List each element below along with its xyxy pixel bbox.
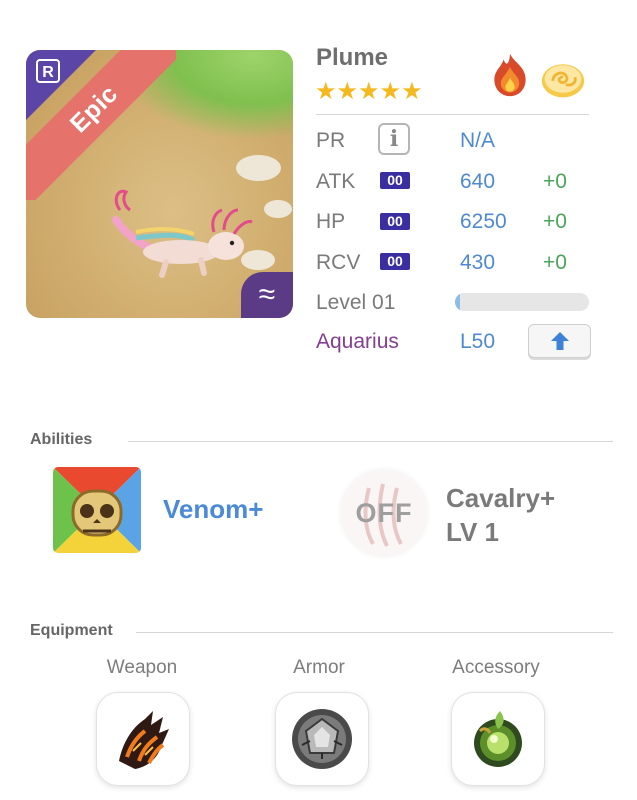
hp-rank-badge: 00: [380, 213, 410, 230]
weapon-label: Weapon: [106, 657, 178, 678]
pr-info-button[interactable]: i: [378, 123, 410, 155]
axolotl-creature-image: [112, 189, 253, 278]
weapon-slot[interactable]: [96, 692, 190, 786]
venom-ability-icon[interactable]: [53, 467, 141, 553]
rcv-bonus: +0: [543, 251, 567, 274]
atk-value: 640: [460, 170, 496, 193]
fire-element-icon: [494, 53, 526, 97]
star-rating: ★★★★★: [315, 80, 423, 104]
cavalry-ability-level: LV 1: [446, 517, 499, 547]
cavalry-ability-name: Cavalry+ LV 1: [446, 481, 555, 549]
cavalry-ability-icon[interactable]: OFF: [341, 470, 427, 556]
accessory-slot[interactable]: [451, 692, 545, 786]
upgrade-button[interactable]: [528, 324, 591, 358]
stone-armor-icon: [292, 709, 352, 769]
hp-label: HP: [316, 210, 346, 233]
skull-icon: [53, 467, 141, 553]
level-progress-bar: [455, 293, 589, 311]
atk-bonus: +0: [543, 170, 567, 193]
rcv-label: RCV: [316, 251, 361, 274]
air-element-icon: [541, 64, 585, 98]
zodiac-sign-level: L50: [460, 330, 496, 353]
level-progress-fill: [455, 293, 461, 311]
stars-icon: ★★★★★: [315, 78, 423, 105]
header-divider: [316, 114, 589, 115]
green-gem-icon: [474, 711, 522, 767]
ability-off-label: OFF: [355, 498, 413, 528]
habitat-water-badge: ≈: [241, 272, 293, 318]
lava-claw-icon: [119, 711, 169, 769]
abilities-heading: Abilities: [30, 431, 93, 448]
hp-bonus: +0: [543, 210, 567, 233]
pr-label: PR: [316, 129, 346, 152]
cavalry-ability-title: Cavalry+: [446, 483, 556, 513]
pr-value: N/A: [460, 129, 496, 152]
level-label: Level 01: [316, 291, 396, 314]
creature-name: Plume: [316, 44, 389, 71]
decor-rock: [236, 155, 281, 181]
creature-portrait[interactable]: Epic R ≈: [26, 50, 293, 318]
rcv-value: 430: [460, 251, 496, 274]
atk-rank-badge: 00: [380, 172, 410, 189]
armor-slot[interactable]: [275, 692, 369, 786]
hp-value: 6250: [460, 210, 507, 233]
abilities-divider: [128, 441, 613, 442]
equipment-heading: Equipment: [30, 622, 113, 639]
armor-label: Armor: [293, 657, 345, 678]
decor-rock: [264, 200, 292, 218]
equipment-divider: [136, 632, 613, 633]
rarity-badge: R: [36, 59, 60, 83]
atk-label: ATK: [316, 170, 356, 193]
zodiac-sign-label: Aquarius: [316, 330, 399, 353]
rcv-rank-badge: 00: [380, 253, 410, 270]
accessory-label: Accessory: [452, 657, 540, 678]
venom-ability-name: Venom+: [163, 494, 264, 524]
arrow-up-icon: [550, 332, 569, 350]
